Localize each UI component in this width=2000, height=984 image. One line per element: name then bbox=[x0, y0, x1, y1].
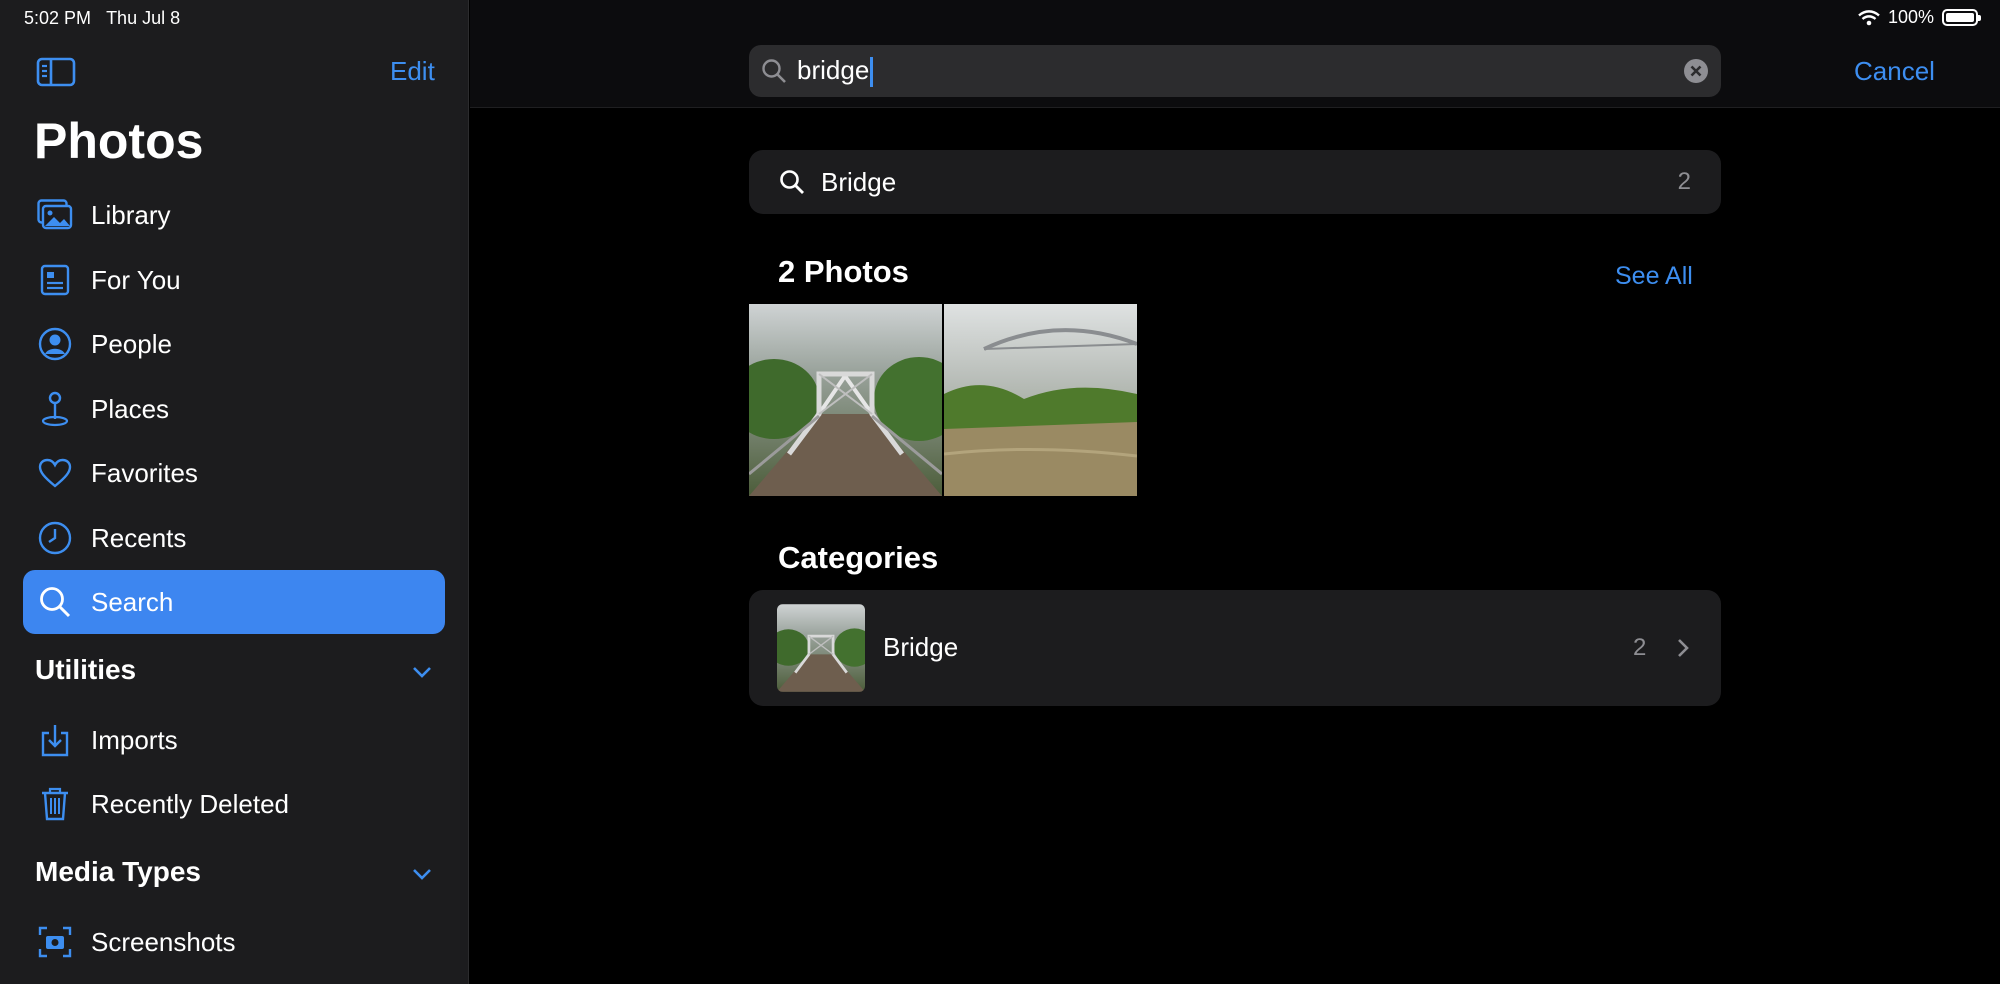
sidebar-item-recents[interactable]: Recents bbox=[23, 507, 445, 569]
sidebar-item-label: Places bbox=[91, 393, 170, 424]
import-icon bbox=[37, 722, 73, 758]
screenshot-icon bbox=[37, 924, 73, 960]
person-circle-icon bbox=[37, 326, 73, 362]
search-icon bbox=[780, 170, 804, 194]
categories-section-header: Categories bbox=[778, 540, 939, 575]
sidebar-item-library[interactable]: Library bbox=[23, 184, 445, 246]
search-suggestion[interactable]: Bridge 2 bbox=[749, 150, 1721, 214]
search-input[interactable]: bridge bbox=[749, 45, 1721, 97]
sidebar-item-recently-deleted[interactable]: Recently Deleted bbox=[23, 773, 445, 835]
sidebar-item-screenshots[interactable]: Screenshots bbox=[23, 911, 445, 973]
chevron-down-icon[interactable] bbox=[410, 660, 434, 684]
photos-section-header: 2 Photos bbox=[778, 254, 909, 289]
status-time: 5:02 PM Thu Jul 8 bbox=[24, 8, 181, 28]
edit-button[interactable]: Edit bbox=[390, 56, 435, 87]
chevron-right-icon bbox=[1678, 639, 1689, 657]
search-icon bbox=[37, 584, 73, 620]
sidebar-item-label: Screenshots bbox=[91, 926, 236, 957]
battery-icon bbox=[1942, 9, 1981, 26]
sidebar-item-label: Recents bbox=[91, 522, 187, 553]
for-you-icon bbox=[37, 262, 73, 298]
category-label: Bridge bbox=[883, 632, 959, 662]
sidebar-item-label: Search bbox=[91, 586, 174, 617]
sidebar-item-label: People bbox=[91, 328, 172, 359]
category-row-bridge[interactable]: Bridge 2 bbox=[749, 590, 1721, 706]
photo-library-icon bbox=[37, 197, 73, 233]
clear-search-icon[interactable] bbox=[1683, 58, 1709, 84]
sidebar-item-imports[interactable]: Imports bbox=[23, 709, 445, 771]
category-thumbnail bbox=[777, 604, 865, 692]
sidebar-item-places[interactable]: Places bbox=[23, 378, 445, 440]
battery-percent: 100% bbox=[1887, 7, 1934, 27]
map-pin-icon bbox=[37, 391, 73, 427]
sidebar-item-favorites[interactable]: Favorites bbox=[23, 442, 445, 504]
sidebar-item-for-you[interactable]: For You bbox=[23, 249, 445, 311]
status-indicators: 100% bbox=[1858, 7, 1981, 28]
search-icon bbox=[762, 59, 786, 83]
section-header-utilities: Utilities bbox=[35, 654, 137, 685]
cancel-button[interactable]: Cancel bbox=[1854, 56, 1935, 87]
sidebar-item-label: Recently Deleted bbox=[91, 788, 289, 819]
suggestion-label: Bridge bbox=[821, 166, 897, 197]
photos-app: 5:02 PM Thu Jul 8 Edit Photos Library Fo… bbox=[0, 0, 2000, 984]
see-all-button[interactable]: See All bbox=[1615, 262, 1693, 291]
text-caret bbox=[870, 57, 874, 88]
chevron-down-icon[interactable] bbox=[410, 862, 434, 886]
sidebar-item-search[interactable]: Search bbox=[23, 570, 445, 634]
section-header-media-types: Media Types bbox=[35, 856, 201, 887]
sidebar-item-label: Library bbox=[91, 199, 171, 230]
wifi-icon bbox=[1858, 9, 1880, 25]
sidebar-toggle-icon[interactable] bbox=[36, 56, 76, 88]
sidebar-item-label: Imports bbox=[91, 724, 178, 755]
clock-icon bbox=[37, 520, 73, 556]
page-title: Photos bbox=[34, 113, 204, 169]
sidebar-item-label: Favorites bbox=[91, 457, 198, 488]
photo-thumbnail[interactable] bbox=[749, 304, 942, 496]
category-count: 2 bbox=[1633, 634, 1647, 661]
sidebar-item-label: For You bbox=[91, 264, 181, 295]
suggestion-count: 2 bbox=[1677, 168, 1691, 195]
sidebar-item-people[interactable]: People bbox=[23, 313, 445, 375]
search-query-text: bridge bbox=[797, 55, 874, 88]
photo-thumbnail[interactable] bbox=[944, 304, 1137, 496]
trash-icon bbox=[37, 786, 73, 822]
sidebar: 5:02 PM Thu Jul 8 Edit Photos Library Fo… bbox=[0, 0, 469, 984]
heart-icon bbox=[37, 455, 73, 491]
